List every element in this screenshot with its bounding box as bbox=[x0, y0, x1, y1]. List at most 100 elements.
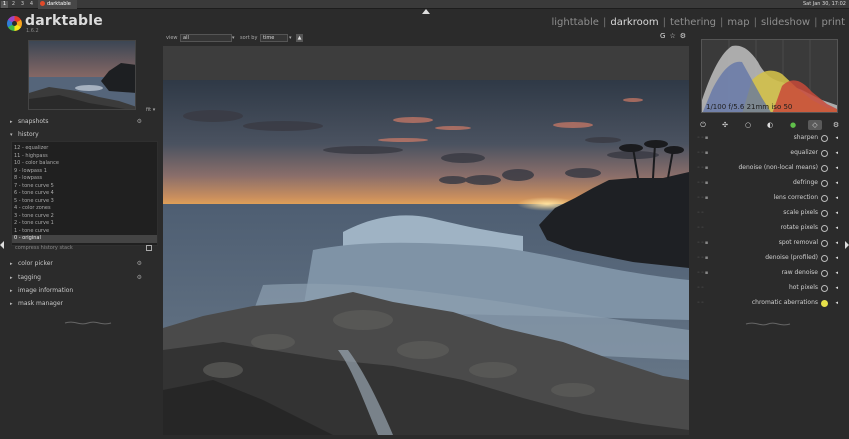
left-panel-toggle-icon[interactable] bbox=[0, 241, 4, 249]
expand-arrow-icon[interactable]: ◂ bbox=[835, 147, 838, 159]
right-panel-toggle-icon[interactable] bbox=[845, 241, 849, 249]
sort-direction-button[interactable]: ▲ bbox=[296, 34, 303, 42]
workspace-2[interactable]: 2 bbox=[10, 1, 17, 8]
module-toggle-icons[interactable]: ◦◦ bbox=[697, 207, 705, 219]
navigation-zoom-dropdown[interactable]: fit ▾ bbox=[146, 107, 155, 113]
history-module[interactable]: ▾ history bbox=[10, 129, 156, 140]
tagging-preset-icon[interactable]: ⚙ bbox=[137, 272, 142, 283]
correction-group-icon[interactable]: ◇ bbox=[808, 120, 822, 130]
history-item[interactable]: 8 - lowpass bbox=[12, 175, 157, 183]
module-toggle-icons[interactable]: ◦◦▪ bbox=[697, 192, 709, 204]
module-hot-pixels[interactable]: ◦◦ hot pixels ◂ bbox=[693, 282, 841, 294]
history-item[interactable]: 5 - tone curve 3 bbox=[12, 198, 157, 206]
favorites-icon[interactable]: ✣ bbox=[720, 120, 730, 130]
grouping-icon[interactable]: G bbox=[660, 32, 665, 40]
center-view: view all ▾ sort by time ▾ ▲ G ☆ ⚙ bbox=[163, 30, 689, 435]
expand-arrow-icon[interactable]: ◂ bbox=[835, 237, 838, 249]
module-toggle-icons[interactable]: ◦◦▪ bbox=[697, 162, 709, 174]
expand-arrow-icon[interactable]: ◂ bbox=[835, 192, 838, 204]
view-tethering[interactable]: tethering bbox=[670, 17, 716, 28]
navigation-thumbnail[interactable] bbox=[28, 40, 136, 110]
module-scale-pixels[interactable]: ◦◦ scale pixels ◂ bbox=[693, 207, 841, 219]
star-icon[interactable]: ☆ bbox=[669, 32, 675, 40]
sort-by-dropdown[interactable]: time bbox=[260, 34, 288, 42]
history-item[interactable]: 3 - tone curve 2 bbox=[12, 213, 157, 221]
module-spot-removal[interactable]: ◦◦▪ spot removal ◂ bbox=[693, 237, 841, 249]
workspace-1[interactable]: 1 bbox=[1, 1, 8, 8]
snapshots-preset-icon[interactable]: ⚙ bbox=[137, 116, 142, 127]
history-item[interactable]: 4 - color zones bbox=[12, 205, 157, 213]
view-slideshow[interactable]: slideshow bbox=[761, 17, 810, 28]
compress-history-button[interactable]: compress history stack bbox=[15, 245, 73, 251]
module-defringe[interactable]: ◦◦▪ defringe ◂ bbox=[693, 177, 841, 189]
module-toggle-icons[interactable]: ◦◦▪ bbox=[697, 267, 709, 279]
module-chromatic-aberrations[interactable]: ◦◦ chromatic aberrations ◂ bbox=[693, 297, 841, 309]
expand-arrow-icon[interactable]: ◂ bbox=[835, 252, 838, 264]
history-item[interactable]: 10 - color balance bbox=[12, 160, 157, 168]
effects-group-icon[interactable]: ⚙ bbox=[831, 120, 841, 130]
module-equalizer[interactable]: ◦◦▪ equalizer ◂ bbox=[693, 147, 841, 159]
module-toggle-icons[interactable]: ◦◦▪ bbox=[697, 132, 709, 144]
expand-arrow-icon[interactable]: ◂ bbox=[835, 207, 838, 219]
gear-icon[interactable]: ⚙ bbox=[680, 32, 686, 40]
module-toggle-icons[interactable]: ◦◦ bbox=[697, 297, 705, 309]
snapshots-module[interactable]: ▸ snapshots ⚙ bbox=[10, 116, 156, 127]
view-darkroom[interactable]: darkroom bbox=[610, 17, 658, 28]
active-modules-icon[interactable]: ⏻ bbox=[698, 120, 708, 130]
module-toggle-icons[interactable]: ◦◦▪ bbox=[697, 147, 709, 159]
module-rotate-pixels[interactable]: ◦◦ rotate pixels ◂ bbox=[693, 222, 841, 234]
expand-arrow-icon[interactable]: ◂ bbox=[835, 177, 838, 189]
history-item[interactable]: 2 - tone curve 1 bbox=[12, 220, 157, 228]
module-toggle-icons[interactable]: ◦◦ bbox=[697, 282, 705, 294]
workspace-3[interactable]: 3 bbox=[19, 1, 26, 8]
expand-arrow-icon[interactable]: ◂ bbox=[835, 282, 838, 294]
module-lens-correction[interactable]: ◦◦▪ lens correction ◂ bbox=[693, 192, 841, 204]
expand-arrow-icon[interactable]: ◂ bbox=[835, 222, 838, 234]
module-raw-denoise[interactable]: ◦◦▪ raw denoise ◂ bbox=[693, 267, 841, 279]
image-canvas[interactable] bbox=[163, 46, 689, 435]
module-denoise-profiled[interactable]: ◦◦▪ denoise (profiled) ◂ bbox=[693, 252, 841, 264]
module-toggle-icons[interactable]: ◦◦▪ bbox=[697, 177, 709, 189]
expand-arrow-icon[interactable]: ◂ bbox=[835, 267, 838, 279]
history-item[interactable]: 12 - equalizer bbox=[12, 145, 157, 153]
chevron-down-icon[interactable]: ▾ bbox=[232, 35, 235, 41]
view-lighttable[interactable]: lighttable bbox=[551, 17, 599, 28]
expand-arrow-icon[interactable]: ◂ bbox=[835, 132, 838, 144]
history-item[interactable]: 11 - highpass bbox=[12, 153, 157, 161]
expand-arrow-icon[interactable]: ◂ bbox=[835, 297, 838, 309]
tagging-module[interactable]: ▸ tagging ⚙ bbox=[10, 272, 156, 283]
history-item[interactable]: 9 - lowpass 1 bbox=[12, 168, 157, 176]
mask-manager-module[interactable]: ▸ mask manager bbox=[10, 298, 156, 309]
chevron-down-icon[interactable]: ▾ bbox=[289, 35, 292, 41]
module-sharpen[interactable]: ◦◦▪ sharpen ◂ bbox=[693, 132, 841, 144]
equalizer-icon bbox=[821, 150, 828, 157]
view-filter-dropdown[interactable]: all bbox=[180, 34, 232, 42]
compress-history-icon[interactable] bbox=[146, 245, 152, 251]
expand-arrow-icon[interactable]: ◂ bbox=[835, 162, 838, 174]
module-toggle-icons[interactable]: ◦◦▪ bbox=[697, 237, 709, 249]
color-picker-preset-icon[interactable]: ⚙ bbox=[137, 258, 142, 269]
module-toggle-icons[interactable]: ◦◦ bbox=[697, 222, 705, 234]
color-picker-module[interactable]: ▸ color picker ⚙ bbox=[10, 258, 156, 269]
tone-group-icon[interactable]: ◐ bbox=[765, 120, 775, 130]
view-print[interactable]: print bbox=[822, 17, 846, 28]
taskbar-darktable-task[interactable]: darktable bbox=[38, 0, 77, 9]
history-item[interactable]: 6 - tone curve 4 bbox=[12, 190, 157, 198]
lens-icon bbox=[821, 195, 828, 202]
view-map[interactable]: map bbox=[727, 17, 749, 28]
view-separator: | bbox=[814, 17, 818, 28]
basic-group-icon[interactable]: ○ bbox=[743, 120, 753, 130]
history-item-selected[interactable]: 0 - original bbox=[12, 235, 157, 243]
color-group-icon[interactable]: ● bbox=[788, 120, 798, 130]
histogram[interactable]: 1/100 f/5.6 21mm iso 50 bbox=[701, 39, 838, 113]
panel-end-ornament-icon bbox=[745, 322, 791, 326]
image-information-module[interactable]: ▸ image information bbox=[10, 285, 156, 296]
edited-photo[interactable] bbox=[163, 80, 689, 435]
history-item[interactable]: 7 - tone curve 5 bbox=[12, 183, 157, 191]
module-toggle-icons[interactable]: ◦◦▪ bbox=[697, 252, 709, 264]
hot-pixels-icon bbox=[821, 285, 828, 292]
module-denoise-nlm[interactable]: ◦◦▪ denoise (non-local means) ◂ bbox=[693, 162, 841, 174]
panel-end-ornament-icon bbox=[64, 321, 112, 325]
workspace-4[interactable]: 4 bbox=[28, 1, 35, 8]
history-item[interactable]: 1 - tone curve bbox=[12, 228, 157, 236]
